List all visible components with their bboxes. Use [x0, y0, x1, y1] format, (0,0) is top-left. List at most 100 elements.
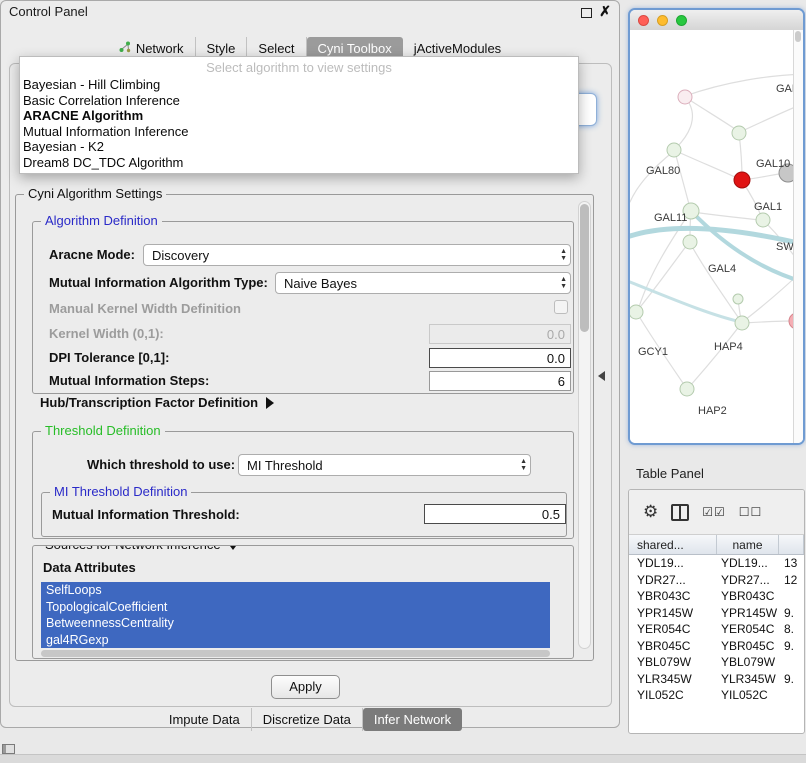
- data-attributes-list: SelfLoopsTopologicalCoefficientBetweenne…: [41, 582, 550, 648]
- network-icon: [119, 41, 131, 56]
- table-row[interactable]: YIL052CYIL052C: [629, 687, 804, 704]
- network-node[interactable]: [678, 90, 692, 104]
- window-title: Control Panel: [9, 4, 88, 19]
- node-label-gcy1: GCY1: [638, 346, 668, 358]
- settings-group-title: Cyni Algorithm Settings: [24, 186, 166, 201]
- select-all-checkboxes-icon[interactable]: ☑☑: [702, 505, 726, 519]
- settings-scrollbar[interactable]: [578, 201, 591, 649]
- network-edge: [689, 324, 741, 387]
- panel-collapse-handle-icon[interactable]: [598, 371, 605, 381]
- dpi-tolerance-input[interactable]: 0.0: [429, 348, 571, 368]
- network-node[interactable]: [735, 316, 749, 330]
- which-threshold-combo[interactable]: MI Threshold ▲▼: [238, 454, 531, 476]
- column-header-3[interactable]: [779, 535, 804, 554]
- algorithm-definition-title: Algorithm Definition: [41, 213, 162, 228]
- network-svg: GALGAL80GAL10GAL11GAL1SWI4GAL4GCY1HAP4HA…: [630, 30, 805, 445]
- tab-discretize-data[interactable]: Discretize Data: [252, 708, 363, 731]
- aracne-mode-combo[interactable]: Discovery ▲▼: [143, 244, 571, 266]
- mi-type-combo[interactable]: Naive Bayes ▲▼: [275, 272, 571, 294]
- table-row[interactable]: YER054CYER054C8.: [629, 621, 804, 638]
- attribute-item-selfloops[interactable]: SelfLoops: [41, 582, 550, 599]
- network-node[interactable]: [667, 143, 681, 157]
- algorithm-option-bayesian-hill-climbing[interactable]: Bayesian - Hill Climbing: [20, 77, 578, 93]
- attributes-hscrollbar[interactable]: [41, 650, 550, 657]
- which-threshold-label: Which threshold to use:: [87, 457, 235, 472]
- column-header-1[interactable]: shared...: [629, 535, 717, 554]
- deselect-all-checkboxes-icon[interactable]: ☐☐: [739, 505, 763, 519]
- mi-threshold-definition-group: MI Threshold Definition Mutual Informati…: [41, 492, 567, 537]
- table-row[interactable]: YBR043CYBR043C: [629, 588, 804, 605]
- close-traffic-light-icon[interactable]: [638, 15, 649, 26]
- combo-stepper-icon: ▲▼: [560, 248, 567, 262]
- data-attributes-label: Data Attributes: [43, 560, 136, 575]
- table-toolbar: ⚙ ☑☑ ☐☐: [629, 490, 804, 535]
- control-panel-window: Control Panel ✗ NetworkStyleSelectCyni T…: [0, 0, 620, 728]
- node-label-gal4: GAL4: [708, 263, 736, 275]
- mi-threshold-definition-title: MI Threshold Definition: [50, 484, 191, 499]
- tab-infer-network[interactable]: Infer Network: [363, 708, 462, 731]
- control-panel-titlebar[interactable]: Control Panel ✗: [1, 1, 619, 23]
- algorithm-list: Bayesian - Hill ClimbingBasic Correlatio…: [20, 77, 578, 171]
- dropdown-placeholder: Select algorithm to view settings: [20, 59, 578, 77]
- table-row[interactable]: YDR27...YDR27...12: [629, 572, 804, 589]
- network-node[interactable]: [732, 126, 746, 140]
- hub-transcription-section-toggle[interactable]: Hub/Transcription Factor Definition: [40, 395, 274, 410]
- network-vscrollbar[interactable]: [793, 30, 803, 443]
- close-window-icon[interactable]: ✗: [599, 3, 611, 20]
- algorithm-option-dream8-dc-tdc-algorithm[interactable]: Dream8 DC_TDC Algorithm: [20, 155, 578, 171]
- network-node[interactable]: [733, 294, 743, 304]
- mi-threshold-input[interactable]: 0.5: [424, 504, 566, 524]
- node-label-gal10: GAL10: [756, 158, 790, 170]
- table-row[interactable]: YBR045CYBR045C9.: [629, 638, 804, 655]
- combo-stepper-icon: ▲▼: [520, 458, 527, 472]
- gear-icon[interactable]: ⚙: [643, 502, 658, 522]
- attribute-item-gal4rgexp[interactable]: gal4RGexp: [41, 632, 550, 649]
- attribute-item-betweennesscentrality[interactable]: BetweennessCentrality: [41, 615, 550, 632]
- apply-button[interactable]: Apply: [271, 675, 340, 699]
- mi-steps-input[interactable]: 6: [429, 371, 571, 391]
- table-row[interactable]: YBL079WYBL079W: [629, 654, 804, 671]
- sources-group-title[interactable]: Sources for Network Inference: [41, 545, 243, 552]
- column-header-2[interactable]: name: [717, 535, 779, 554]
- network-edge: [675, 152, 690, 208]
- network-canvas[interactable]: GALGAL80GAL10GAL11GAL1SWI4GAL4GCY1HAP4HA…: [630, 30, 803, 443]
- threshold-definition-group: Threshold Definition Which threshold to …: [32, 431, 574, 539]
- scrollbar-thumb[interactable]: [580, 204, 589, 332]
- algorithm-definition-group: Algorithm Definition Aracne Mode: Discov…: [32, 221, 574, 394]
- network-node[interactable]: [680, 382, 694, 396]
- table-row[interactable]: YLR345WYLR345W9.: [629, 671, 804, 688]
- algorithm-option-bayesian-k2[interactable]: Bayesian - K2: [20, 139, 578, 155]
- attribute-item-topologicalcoefficient[interactable]: TopologicalCoefficient: [41, 599, 550, 616]
- scrollbar-thumb[interactable]: [795, 31, 801, 42]
- algorithm-dropdown-popup: Select algorithm to view settings Bayesi…: [19, 56, 579, 174]
- network-edge: [692, 212, 760, 220]
- network-node[interactable]: [630, 305, 643, 319]
- network-node[interactable]: [683, 235, 697, 249]
- network-edge: [676, 97, 692, 148]
- kernel-width-input[interactable]: 0.0: [429, 324, 571, 344]
- threshold-definition-title: Threshold Definition: [41, 423, 165, 438]
- mi-type-label: Mutual Information Algorithm Type:: [49, 275, 268, 290]
- algorithm-option-mutual-information-inference[interactable]: Mutual Information Inference: [20, 124, 578, 140]
- network-node[interactable]: [803, 244, 805, 260]
- algorithm-option-aracne-algorithm[interactable]: ARACNE Algorithm: [20, 108, 578, 124]
- network-node[interactable]: [734, 172, 750, 188]
- manual-kernel-label: Manual Kernel Width Definition: [49, 301, 241, 316]
- zoom-traffic-light-icon[interactable]: [676, 15, 687, 26]
- collapse-down-icon: [227, 545, 239, 550]
- minimize-traffic-light-icon[interactable]: [657, 15, 668, 26]
- table-row[interactable]: YDL19...YDL19...13: [629, 555, 804, 572]
- tab-impute-data[interactable]: Impute Data: [158, 708, 252, 731]
- network-node[interactable]: [756, 213, 770, 227]
- manual-kernel-checkbox[interactable]: [554, 300, 568, 314]
- table-row[interactable]: YPR145WYPR145W9.: [629, 605, 804, 622]
- algorithm-option-basic-correlation-inference[interactable]: Basic Correlation Inference: [20, 93, 578, 109]
- network-window-titlebar[interactable]: [630, 10, 803, 31]
- mi-threshold-label: Mutual Information Threshold:: [52, 507, 240, 522]
- float-window-icon[interactable]: [581, 8, 592, 18]
- restore-panel-icon[interactable]: [2, 744, 15, 754]
- columns-icon[interactable]: [671, 504, 689, 521]
- table-header: shared...name: [629, 535, 804, 555]
- network-view-window: GALGAL80GAL10GAL11GAL1SWI4GAL4GCY1HAP4HA…: [628, 8, 805, 445]
- cyni-algorithm-settings-group: Cyni Algorithm Settings Algorithm Defini…: [15, 194, 594, 661]
